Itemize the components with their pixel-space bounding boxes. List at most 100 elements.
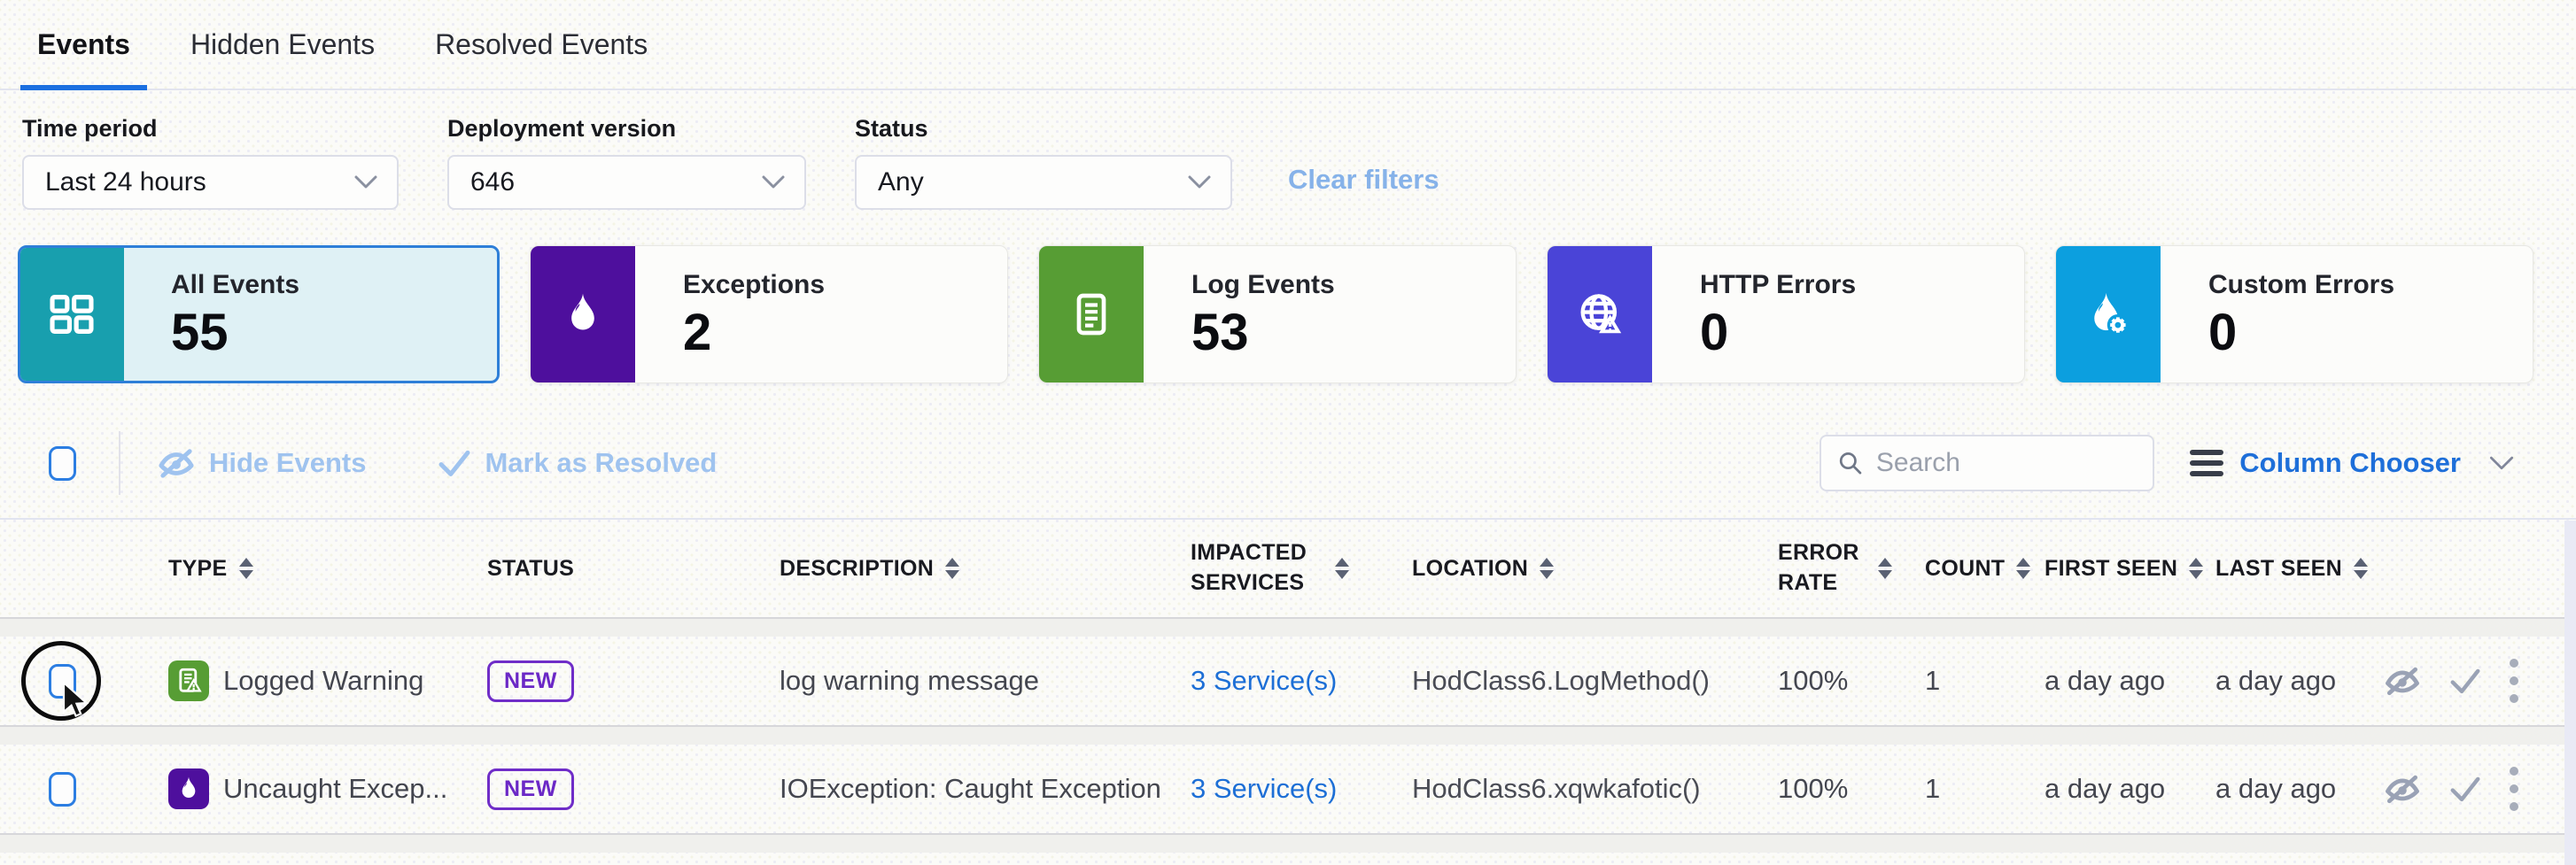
card-count: 0 — [2208, 307, 2394, 359]
count-cell: 1 — [1925, 773, 2045, 805]
sort-icon[interactable] — [2354, 558, 2368, 579]
clear-filters-button[interactable]: Clear filters — [1288, 164, 1439, 196]
vertical-scrollbar[interactable] — [2564, 521, 2576, 865]
column-chooser-button[interactable]: Column Chooser — [2190, 447, 2514, 479]
column-header-status[interactable]: STATUS — [487, 556, 780, 582]
card-count: 0 — [1700, 307, 1856, 359]
column-chooser-label: Column Chooser — [2239, 447, 2461, 479]
row-menu-icon[interactable] — [2509, 657, 2519, 705]
column-header-description[interactable]: DESCRIPTION — [780, 556, 1191, 582]
sort-icon[interactable] — [239, 558, 253, 579]
event-type-label: Uncaught Excep... — [223, 773, 447, 805]
sort-icon[interactable] — [2189, 558, 2203, 579]
log-file-icon — [1039, 246, 1144, 382]
time-period-label: Time period — [22, 115, 399, 143]
column-header-impacted-services[interactable]: IMPACTED SERVICES — [1191, 538, 1412, 599]
select-all-checkbox[interactable] — [49, 446, 76, 481]
column-label: LOCATION — [1412, 556, 1528, 582]
table-row[interactable]: Logged Warning NEW log warning message 3… — [0, 637, 2576, 725]
flame-icon — [168, 768, 209, 809]
card-body: All Events 55 — [123, 248, 299, 381]
card-http-errors[interactable]: HTTP Errors 0 — [1547, 245, 2025, 383]
services-link[interactable]: 3 Service(s) — [1191, 665, 1337, 696]
card-body: HTTP Errors 0 — [1652, 246, 1856, 382]
row-actions — [2383, 657, 2576, 705]
card-label: Custom Errors — [2208, 270, 2394, 300]
eye-slash-icon — [156, 447, 197, 479]
last-seen-cell: a day ago — [2215, 773, 2383, 805]
count-cell: 1 — [1925, 665, 2045, 697]
column-label: FIRST SEEN — [2045, 556, 2177, 582]
row-checkbox[interactable] — [49, 772, 76, 807]
log-warning-icon — [168, 660, 209, 701]
card-label: HTTP Errors — [1700, 270, 1856, 300]
globe-warning-icon — [1548, 246, 1652, 382]
sort-icon[interactable] — [1335, 558, 1349, 579]
column-header-error-rate[interactable]: ERROR RATE — [1778, 538, 1925, 599]
resolve-event-icon[interactable] — [2448, 667, 2482, 695]
card-exceptions[interactable]: Exceptions 2 — [530, 245, 1008, 383]
row-checkbox-cell — [0, 745, 168, 833]
column-label: STATUS — [487, 556, 574, 582]
eye-slash-icon — [2383, 773, 2422, 805]
status-cell: NEW — [487, 660, 780, 702]
table-row[interactable]: Uncaught Excep... NEW IOException: Caugh… — [0, 745, 2576, 833]
table-toolbar: Hide Events Mark as Resolved Column Choo… — [49, 431, 2514, 495]
card-count: 2 — [683, 307, 825, 359]
resolve-event-icon[interactable] — [2448, 775, 2482, 803]
check-icon — [2448, 667, 2482, 695]
card-log-events[interactable]: Log Events 53 — [1038, 245, 1517, 383]
tab-hidden-events[interactable]: Hidden Events — [174, 0, 392, 89]
column-header-location[interactable]: LOCATION — [1412, 556, 1778, 582]
column-header-last-seen[interactable]: LAST SEEN — [2215, 556, 2383, 582]
chevron-down-icon — [762, 175, 785, 189]
tab-bar: Events Hidden Events Resolved Events — [0, 0, 2576, 90]
mark-as-resolved-button[interactable]: Mark as Resolved — [437, 447, 717, 479]
status-select[interactable]: Any — [855, 155, 1232, 210]
summary-cards: All Events 55 Exceptions 2 Log Events — [18, 245, 2533, 383]
sort-icon[interactable] — [1878, 558, 1892, 579]
deployment-version-select[interactable]: 646 — [447, 155, 806, 210]
hide-event-icon[interactable] — [2383, 665, 2422, 697]
services-link[interactable]: 3 Service(s) — [1191, 773, 1337, 804]
time-period-select[interactable]: Last 24 hours — [22, 155, 399, 210]
row-actions — [2383, 765, 2576, 813]
kebab-icon — [2509, 765, 2519, 813]
filter-status: Status Any — [855, 115, 1232, 210]
search-input[interactable] — [1876, 448, 2137, 478]
mark-as-resolved-label: Mark as Resolved — [485, 447, 717, 479]
description-cell: log warning message — [780, 665, 1191, 697]
status-cell: NEW — [487, 768, 780, 810]
card-count: 55 — [171, 307, 299, 359]
first-seen-cell: a day ago — [2045, 665, 2215, 697]
sort-icon[interactable] — [945, 558, 959, 579]
card-body: Log Events 53 — [1144, 246, 1335, 382]
hide-events-button[interactable]: Hide Events — [156, 447, 366, 479]
hide-event-icon[interactable] — [2383, 773, 2422, 805]
error-rate-cell: 100% — [1778, 665, 1925, 697]
column-header-first-seen[interactable]: FIRST SEEN — [2045, 556, 2215, 582]
column-header-type[interactable]: TYPE — [168, 556, 487, 582]
chevron-down-icon — [1188, 175, 1211, 189]
tab-resolved-events[interactable]: Resolved Events — [418, 0, 664, 89]
event-type-cell: Uncaught Excep... — [168, 768, 487, 809]
card-all-events[interactable]: All Events 55 — [18, 245, 500, 383]
row-menu-icon[interactable] — [2509, 765, 2519, 813]
events-dashboard: Events Hidden Events Resolved Events Tim… — [0, 0, 2576, 865]
filter-deployment-version: Deployment version 646 — [447, 115, 806, 210]
event-type-label: Logged Warning — [223, 665, 423, 697]
column-header-count[interactable]: COUNT — [1925, 556, 2045, 582]
row-checkbox[interactable] — [49, 664, 76, 699]
column-label: COUNT — [1925, 556, 2005, 582]
sort-icon[interactable] — [1540, 558, 1554, 579]
card-label: Log Events — [1191, 270, 1335, 300]
filter-time-period: Time period Last 24 hours — [22, 115, 399, 210]
sort-icon[interactable] — [2016, 558, 2030, 579]
card-custom-errors[interactable]: Custom Errors 0 — [2055, 245, 2533, 383]
eye-slash-icon — [2383, 665, 2422, 697]
check-icon — [437, 448, 472, 478]
tab-events[interactable]: Events — [20, 0, 147, 89]
row-separator — [0, 617, 2576, 637]
row-separator — [0, 725, 2576, 745]
chevron-down-icon — [2489, 456, 2514, 471]
